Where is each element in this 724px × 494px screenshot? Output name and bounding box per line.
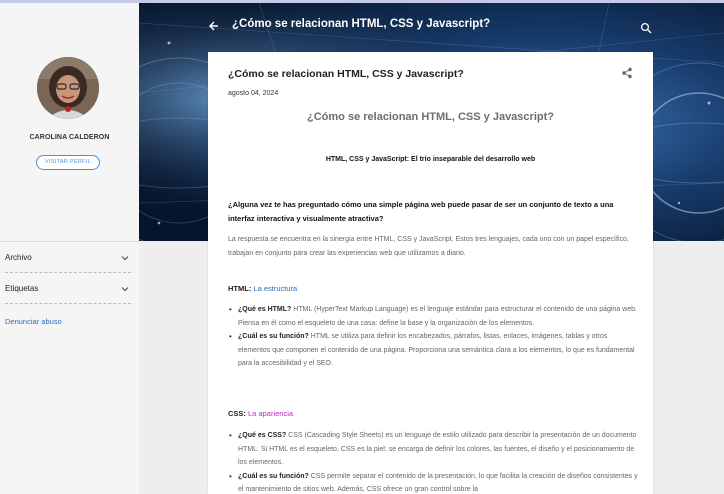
bullet-text: CSS (Cascading Style Sheets) es un lengu… [238, 432, 637, 466]
post-card: ¿Cómo se relacionan HTML, CSS y Javascri… [208, 52, 653, 494]
intro-question: ¿Alguna vez te has preguntado cómo una s… [228, 200, 614, 223]
bullet-question: ¿Cuál es su función? [238, 472, 309, 480]
css-bullet-list: ¿Qué es CSS? CSS (Cascading Style Sheets… [228, 429, 638, 494]
sidebar-item-label: Etiquetas [5, 284, 39, 293]
chevron-down-icon [121, 256, 129, 261]
list-item: ¿Cuál es su función? CSS permite separar… [228, 470, 638, 494]
profile-panel: CAROLINA CALDERON VISITAR PERFIL [0, 3, 139, 241]
top-progress-line [0, 0, 724, 3]
blog-page: CAROLINA CALDERON VISITAR PERFIL Archivo… [0, 0, 724, 494]
avatar[interactable] [37, 57, 99, 119]
bullet-question: ¿Qué es HTML? [238, 306, 292, 313]
html-bullet-list: ¿Qué es HTML? HTML (HyperText Markup Lan… [228, 303, 638, 371]
share-icon[interactable] [621, 67, 633, 79]
bullet-question: ¿Qué es CSS? [238, 432, 287, 439]
divider [5, 272, 131, 273]
author-name: CAROLINA CALDERON [29, 134, 110, 141]
list-item: ¿Qué es CSS? CSS (Cascading Style Sheets… [228, 429, 638, 470]
list-item: ¿Cuál es su función? HTML se utiliza par… [228, 330, 638, 371]
header-title: ¿Cómo se relacionan HTML, CSS y Javascri… [232, 18, 491, 30]
divider [0, 241, 139, 242]
bullet-text: HTML (HyperText Markup Language) es el l… [238, 306, 637, 327]
post-date: agosto 04, 2024 [228, 90, 279, 97]
section-heading-html: HTML: La estructura [228, 284, 297, 293]
section-highlight: La estructura [253, 284, 298, 293]
sidebar-item-archivo[interactable]: Archivo [5, 251, 131, 265]
bullet-question: ¿Cuál es su función? [238, 333, 309, 340]
search-icon[interactable] [640, 22, 652, 34]
section-label: HTML: [228, 284, 252, 293]
section-label: CSS: [228, 409, 246, 418]
post-title[interactable]: ¿Cómo se relacionan HTML, CSS y Javascri… [228, 68, 464, 80]
sidebar: CAROLINA CALDERON VISITAR PERFIL Archivo… [0, 3, 139, 494]
post-subheading: HTML, CSS y JavaScript: El trío insepara… [325, 156, 536, 163]
section-heading-css: CSS: La apariencia [228, 409, 293, 418]
sidebar-item-label: Archivo [5, 253, 32, 262]
divider [5, 303, 131, 304]
chevron-down-icon [121, 287, 129, 292]
list-item: ¿Qué es HTML? HTML (HyperText Markup Lan… [228, 303, 638, 330]
arrow-left-icon[interactable] [208, 20, 220, 32]
visit-profile-button[interactable]: VISITAR PERFIL [36, 155, 100, 170]
sidebar-item-etiquetas[interactable]: Etiquetas [5, 282, 131, 296]
intro-paragraph: La respuesta se encuentra en la sinergia… [228, 236, 629, 257]
report-abuse-link[interactable]: Denunciar abuso [5, 317, 62, 326]
section-highlight: La apariencia [248, 409, 294, 418]
post-heading: ¿Cómo se relacionan HTML, CSS y Javascri… [307, 111, 554, 123]
